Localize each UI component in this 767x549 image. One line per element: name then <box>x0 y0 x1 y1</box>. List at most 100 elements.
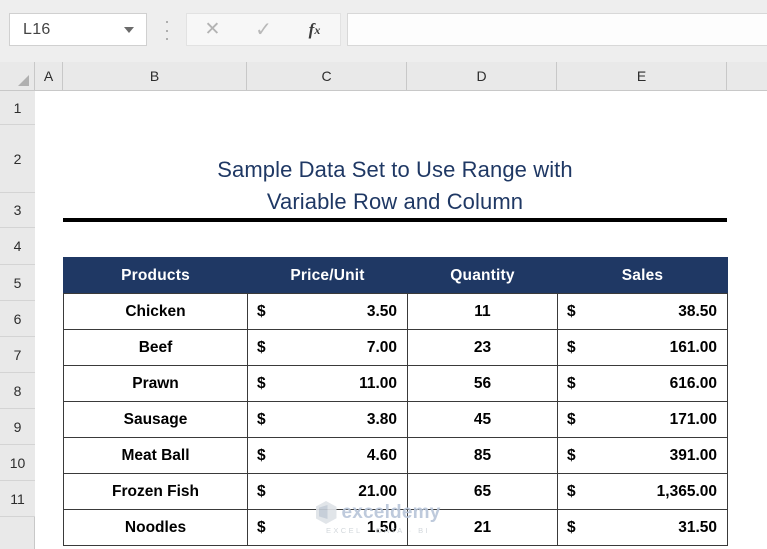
select-all-triangle-icon <box>18 75 29 86</box>
table-row[interactable]: Meat Ball $4.60 85 $391.00 <box>63 437 728 474</box>
cell-price-value: 4.60 <box>366 446 397 464</box>
row-header-5[interactable]: 5 <box>0 265 35 301</box>
cell-sales[interactable]: $171.00 <box>557 401 728 438</box>
cell-sales[interactable]: $616.00 <box>557 365 728 402</box>
column-header-a[interactable]: A <box>35 62 63 90</box>
cell-sales-value: 616.00 <box>669 374 717 392</box>
kebab-dot <box>166 29 168 32</box>
column-header-c[interactable]: C <box>247 62 407 90</box>
cell-product[interactable]: Meat Ball <box>63 437 248 474</box>
table-row[interactable]: Noodles $1.50 21 $31.50 <box>63 509 728 546</box>
kebab-menu-icon[interactable] <box>165 21 169 40</box>
table-row[interactable]: Frozen Fish $21.00 65 $1,365.00 <box>63 473 728 510</box>
row-header-bar: 1 2 3 4 5 6 7 8 9 10 11 <box>0 91 35 549</box>
cell-price-value: 3.50 <box>366 302 397 320</box>
cell-price[interactable]: $3.50 <box>247 293 408 330</box>
cancel-icon[interactable]: ✕ <box>193 14 233 45</box>
cell-product[interactable]: Sausage <box>63 401 248 438</box>
row-header-11[interactable]: 11 <box>0 481 35 517</box>
cell-price-value: 11.00 <box>359 374 397 392</box>
name-box[interactable]: L16 <box>9 13 147 46</box>
cell-sales[interactable]: $31.50 <box>557 509 728 546</box>
column-header-d[interactable]: D <box>407 62 557 90</box>
cell-price[interactable]: $4.60 <box>247 437 408 474</box>
insert-function-subscript: x <box>314 22 321 37</box>
row-header-7[interactable]: 7 <box>0 337 35 373</box>
column-header-bar: A B C D E <box>0 62 767 91</box>
table-row[interactable]: Prawn $11.00 56 $616.00 <box>63 365 728 402</box>
currency-symbol: $ <box>567 482 576 500</box>
column-header-b[interactable]: B <box>63 62 247 90</box>
cell-price[interactable]: $3.80 <box>247 401 408 438</box>
currency-symbol: $ <box>257 374 266 392</box>
cell-sales[interactable]: $391.00 <box>557 437 728 474</box>
cell-sales-value: 38.50 <box>678 302 717 320</box>
cell-product[interactable]: Noodles <box>63 509 248 546</box>
formula-bar-buttons: ✕ ✓ fx <box>186 13 341 46</box>
row-header-1[interactable]: 1 <box>0 91 35 125</box>
currency-symbol: $ <box>567 374 576 392</box>
cell-sales-value: 31.50 <box>678 518 717 536</box>
cell-product[interactable]: Beef <box>63 329 248 366</box>
cell-sales[interactable]: $38.50 <box>557 293 728 330</box>
column-header-f[interactable] <box>727 62 767 90</box>
currency-symbol: $ <box>567 518 576 536</box>
cell-price[interactable]: $21.00 <box>247 473 408 510</box>
row-header-6[interactable]: 6 <box>0 301 35 337</box>
data-table: Products Price/Unit Quantity Sales Chick… <box>63 257 728 546</box>
currency-symbol: $ <box>257 446 266 464</box>
cell-quantity[interactable]: 56 <box>407 365 558 402</box>
row-header-2[interactable]: 2 <box>0 125 35 193</box>
cell-product[interactable]: Chicken <box>63 293 248 330</box>
cell-quantity[interactable]: 85 <box>407 437 558 474</box>
currency-symbol: $ <box>257 518 266 536</box>
sheet-canvas: Sample Data Set to Use Range with Variab… <box>36 91 767 549</box>
cell-price-value: 1.50 <box>366 518 397 536</box>
currency-symbol: $ <box>257 302 266 320</box>
formula-input[interactable] <box>347 13 767 46</box>
chevron-down-icon[interactable] <box>124 26 134 33</box>
currency-symbol: $ <box>567 446 576 464</box>
currency-symbol: $ <box>567 410 576 428</box>
cell-price-value: 21.00 <box>358 482 397 500</box>
cell-quantity[interactable]: 21 <box>407 509 558 546</box>
column-header-sales[interactable]: Sales <box>557 257 728 294</box>
cell-product[interactable]: Prawn <box>63 365 248 402</box>
enter-icon[interactable]: ✓ <box>244 14 284 45</box>
column-header-quantity[interactable]: Quantity <box>407 257 558 294</box>
select-all-button[interactable] <box>0 62 35 90</box>
cell-sales-value: 391.00 <box>669 446 717 464</box>
cell-price[interactable]: $1.50 <box>247 509 408 546</box>
cell-price-value: 3.80 <box>366 410 397 428</box>
cell-quantity[interactable]: 11 <box>407 293 558 330</box>
currency-symbol: $ <box>257 338 266 356</box>
insert-function-icon[interactable]: fx <box>295 14 335 45</box>
cell-sales[interactable]: $1,365.00 <box>557 473 728 510</box>
cell-price[interactable]: $7.00 <box>247 329 408 366</box>
row-header-8[interactable]: 8 <box>0 373 35 409</box>
column-header-e[interactable]: E <box>557 62 727 90</box>
sheet-title-line-1: Sample Data Set to Use Range with <box>217 157 573 183</box>
table-row[interactable]: Chicken $3.50 11 $38.50 <box>63 293 728 330</box>
currency-symbol: $ <box>567 338 576 356</box>
row-header-9[interactable]: 9 <box>0 409 35 445</box>
cell-quantity[interactable]: 45 <box>407 401 558 438</box>
row-header-4[interactable]: 4 <box>0 228 35 265</box>
sheet-title-line-2: Variable Row and Column <box>266 189 524 214</box>
cell-sales[interactable]: $161.00 <box>557 329 728 366</box>
sheet-title: Sample Data Set to Use Range with Variab… <box>63 154 727 222</box>
row-header-10[interactable]: 10 <box>0 445 35 481</box>
cell-quantity[interactable]: 23 <box>407 329 558 366</box>
table-row[interactable]: Sausage $3.80 45 $171.00 <box>63 401 728 438</box>
cell-sales-value: 171.00 <box>669 410 717 428</box>
column-header-products[interactable]: Products <box>63 257 248 294</box>
cell-price-value: 7.00 <box>366 338 397 356</box>
table-row[interactable]: Beef $7.00 23 $161.00 <box>63 329 728 366</box>
kebab-dot <box>166 38 168 40</box>
column-header-price-unit[interactable]: Price/Unit <box>247 257 408 294</box>
cell-quantity[interactable]: 65 <box>407 473 558 510</box>
currency-symbol: $ <box>567 302 576 320</box>
cell-price[interactable]: $11.00 <box>247 365 408 402</box>
cell-product[interactable]: Frozen Fish <box>63 473 248 510</box>
row-header-3[interactable]: 3 <box>0 193 35 228</box>
